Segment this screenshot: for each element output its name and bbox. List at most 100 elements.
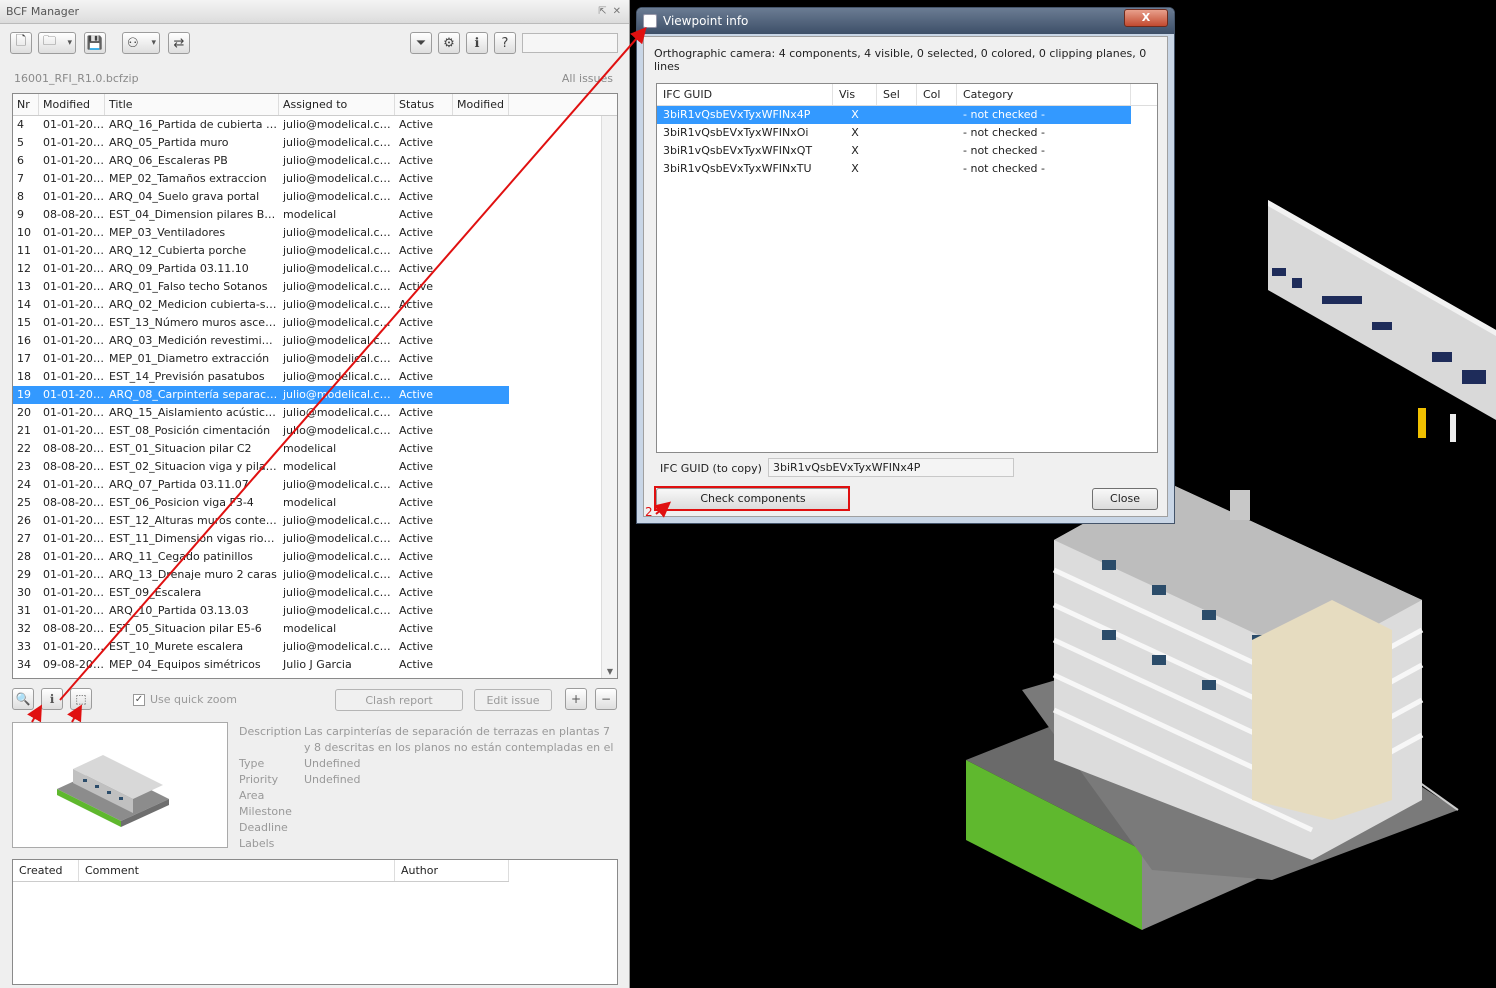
issue-row[interactable]: 26 01-01-2001 EST_12_Alturas muros contenc… bbox=[13, 512, 509, 530]
detail-labels: Labels bbox=[239, 836, 619, 852]
dialog-title: Viewpoint info bbox=[663, 14, 749, 28]
dialog-close-button[interactable]: Close bbox=[1092, 488, 1158, 510]
component-row[interactable]: 3biR1vQsbEVxTyxWFINxTU X - not checked - bbox=[657, 160, 1131, 178]
new-file-icon[interactable]: 🗋 bbox=[10, 32, 32, 54]
detail-description: Description Las carpinterías de separació… bbox=[239, 724, 619, 756]
issue-row[interactable]: 13 01-01-2001 ARQ_01_Falso techo Sotanos ju… bbox=[13, 278, 509, 296]
remove-issue-button[interactable]: − bbox=[595, 688, 617, 710]
issue-row[interactable]: 24 01-01-2001 ARQ_07_Partida 03.11.07 julio… bbox=[13, 476, 509, 494]
issue-row[interactable]: 30 01-01-2001 EST_09_Escalera julio@modelic… bbox=[13, 584, 509, 602]
issue-row[interactable]: 14 01-01-2001 ARQ_02_Medicion cubierta-sal… bbox=[13, 296, 509, 314]
col-status[interactable]: Status bbox=[395, 94, 453, 115]
issue-cell-assigned-to: julio@modelical.com bbox=[283, 586, 395, 599]
save-icon[interactable]: 💾 bbox=[84, 32, 106, 54]
col-created[interactable]: Created bbox=[13, 860, 79, 881]
issue-cell-modified-2 bbox=[453, 206, 509, 224]
col-nr[interactable]: Nr bbox=[13, 94, 39, 115]
detail-value: Undefined bbox=[304, 757, 361, 770]
col-category[interactable]: Category bbox=[957, 84, 1131, 105]
guid-copy-field[interactable]: 3biR1vQsbEVxTyxWFINx4P bbox=[768, 458, 1014, 477]
issue-row[interactable]: 21 01-01-2001 EST_08_Posición cimentación j… bbox=[13, 422, 509, 440]
scroll-down-icon[interactable]: ▼ bbox=[602, 667, 617, 676]
close-panel-icon[interactable]: ✕ bbox=[613, 6, 621, 17]
issue-cell-nr: 29 bbox=[17, 568, 31, 581]
issue-row[interactable]: 7 01-01-2001 MEP_02_Tamaños extraccion juli… bbox=[13, 170, 509, 188]
col-comment[interactable]: Comment bbox=[79, 860, 395, 881]
clash-report-button[interactable]: Clash report bbox=[335, 689, 463, 711]
comments-table[interactable]: Created Comment Author bbox=[12, 859, 618, 985]
help-icon[interactable]: ? bbox=[494, 32, 516, 54]
guid-copy-label: IFC GUID (to copy) bbox=[660, 462, 762, 475]
issue-row[interactable]: 32 08-08-2016 EST_05_Situacion pilar E5-6 m… bbox=[13, 620, 509, 638]
zoom-to-icon[interactable]: 🔍 bbox=[12, 688, 34, 710]
col-sel[interactable]: Sel bbox=[877, 84, 917, 105]
issue-row[interactable]: 33 01-01-2001 EST_10_Murete escalera julio@… bbox=[13, 638, 509, 656]
col-col[interactable]: Col bbox=[917, 84, 957, 105]
add-issue-button[interactable]: + bbox=[565, 688, 587, 710]
info-icon[interactable]: ℹ bbox=[466, 32, 488, 54]
fit-view-icon[interactable]: ⬚ bbox=[70, 688, 92, 710]
components-table[interactable]: IFC GUID Vis Sel Col Category 3biR1vQsbE… bbox=[656, 83, 1158, 453]
issue-cell-status: Active bbox=[399, 298, 434, 311]
col-title[interactable]: Title bbox=[105, 94, 279, 115]
issue-row[interactable]: 12 01-01-2001 ARQ_09_Partida 03.11.10 julio… bbox=[13, 260, 509, 278]
settings-gear-icon[interactable]: ⚙ bbox=[438, 32, 460, 54]
issue-row[interactable]: 20 01-01-2001 ARQ_15_Aislamiento acústico … bbox=[13, 404, 509, 422]
filter-icon[interactable]: ⏷ bbox=[410, 32, 432, 54]
search-input[interactable] bbox=[522, 33, 618, 53]
issue-row[interactable]: 25 08-08-2016 EST_06_Posicion viga F3-4 mod… bbox=[13, 494, 509, 512]
issue-row[interactable]: 17 01-01-2001 MEP_01_Diametro extracción ju… bbox=[13, 350, 509, 368]
issue-row[interactable]: 10 01-01-2001 MEP_03_Ventiladores julio@mod… bbox=[13, 224, 509, 242]
component-row[interactable]: 3biR1vQsbEVxTyxWFINxOi X - not checked - bbox=[657, 124, 1131, 142]
col-modified-2[interactable]: Modified bbox=[453, 94, 509, 115]
issue-cell-title: ARQ_05_Partida muro bbox=[109, 136, 229, 149]
issue-row[interactable]: 8 01-01-2001 ARQ_04_Suelo grava portal juli… bbox=[13, 188, 509, 206]
issue-row[interactable]: 11 01-01-2001 ARQ_12_Cubierta porche julio@… bbox=[13, 242, 509, 260]
issue-row[interactable]: 5 01-01-2001 ARQ_05_Partida muro julio@mode… bbox=[13, 134, 509, 152]
undock-icon[interactable]: ⇱ bbox=[598, 6, 606, 17]
col-assigned-to[interactable]: Assigned to bbox=[279, 94, 395, 115]
issue-cell-status: Active bbox=[399, 208, 434, 221]
sync-arrows-icon[interactable]: ⇄ bbox=[168, 32, 190, 54]
edit-issue-button[interactable]: Edit issue bbox=[474, 689, 552, 711]
issue-row[interactable]: 34 09-08-2016 MEP_04_Equipos simétricos Jul… bbox=[13, 656, 509, 674]
col-ifc-guid[interactable]: IFC GUID bbox=[657, 84, 833, 105]
issue-row[interactable]: 9 08-08-2016 EST_04_Dimension pilares B1 y… bbox=[13, 206, 509, 224]
component-cell-guid: 3biR1vQsbEVxTyxWFINxTU bbox=[663, 162, 812, 175]
issues-table[interactable]: Nr Modified Title Assigned to Status Mod… bbox=[12, 93, 618, 679]
quick-zoom-checkbox[interactable]: ✓ bbox=[133, 693, 145, 706]
component-row[interactable]: 3biR1vQsbEVxTyxWFINxQT X - not checked - bbox=[657, 142, 1131, 160]
issue-row[interactable]: 19 01-01-2001 ARQ_08_Carpintería separació… bbox=[13, 386, 509, 404]
quick-zoom-option[interactable]: ✓ Use quick zoom bbox=[133, 693, 237, 706]
col-author[interactable]: Author bbox=[395, 860, 509, 881]
issue-row[interactable]: 18 01-01-2001 EST_14_Previsión pasatubos ju… bbox=[13, 368, 509, 386]
issue-cell-modified: 01-01-2001 bbox=[43, 586, 105, 599]
col-vis[interactable]: Vis bbox=[833, 84, 877, 105]
issue-cell-title: EST_09_Escalera bbox=[109, 586, 202, 599]
viewpoint-thumbnail[interactable] bbox=[12, 722, 228, 848]
issue-row[interactable]: 28 01-01-2001 ARQ_11_Cegado patinillos juli… bbox=[13, 548, 509, 566]
issue-cell-status: Active bbox=[399, 478, 434, 491]
detail-type: Type Undefined bbox=[239, 756, 619, 772]
issue-row[interactable]: 4 01-01-2001 ARQ_16_Partida de cubierta vs… bbox=[13, 116, 509, 134]
issue-row[interactable]: 27 01-01-2001 EST_11_Dimension vigas riost… bbox=[13, 530, 509, 548]
issue-row[interactable]: 29 01-01-2001 ARQ_13_Drenaje muro 2 caras j… bbox=[13, 566, 509, 584]
issue-cell-title: EST_04_Dimension pilares B1 y D1 bbox=[109, 208, 279, 221]
issue-cell-modified: 01-01-2001 bbox=[43, 406, 105, 419]
issue-filter-label[interactable]: All issues bbox=[562, 72, 613, 85]
issue-row[interactable]: 6 01-01-2001 ARQ_06_Escaleras PB julio@mode… bbox=[13, 152, 509, 170]
issue-cell-assigned-to: julio@modelical.com bbox=[283, 370, 395, 383]
dialog-close-x-button[interactable]: X bbox=[1124, 9, 1168, 27]
issues-scrollbar[interactable]: ▼ bbox=[601, 116, 617, 678]
viewpoint-info-icon[interactable]: ℹ bbox=[41, 688, 63, 710]
issue-cell-title: ARQ_06_Escaleras PB bbox=[109, 154, 228, 167]
issue-row[interactable]: 15 01-01-2001 EST_13_Número muros ascensor… bbox=[13, 314, 509, 332]
col-modified[interactable]: Modified bbox=[39, 94, 105, 115]
users-icon[interactable]: ⚇ bbox=[122, 32, 160, 54]
issue-row[interactable]: 31 01-01-2001 ARQ_10_Partida 03.13.03 julio… bbox=[13, 602, 509, 620]
open-folder-icon[interactable]: 🗀 bbox=[38, 32, 76, 54]
issue-row[interactable]: 22 08-08-2016 EST_01_Situacion pilar C2 mod… bbox=[13, 440, 509, 458]
component-row[interactable]: 3biR1vQsbEVxTyxWFINx4P X - not checked - bbox=[657, 106, 1131, 124]
issue-row[interactable]: 23 08-08-2016 EST_02_Situacion viga y pila… bbox=[13, 458, 509, 476]
issue-row[interactable]: 16 01-01-2001 ARQ_03_Medición revestimient… bbox=[13, 332, 509, 350]
